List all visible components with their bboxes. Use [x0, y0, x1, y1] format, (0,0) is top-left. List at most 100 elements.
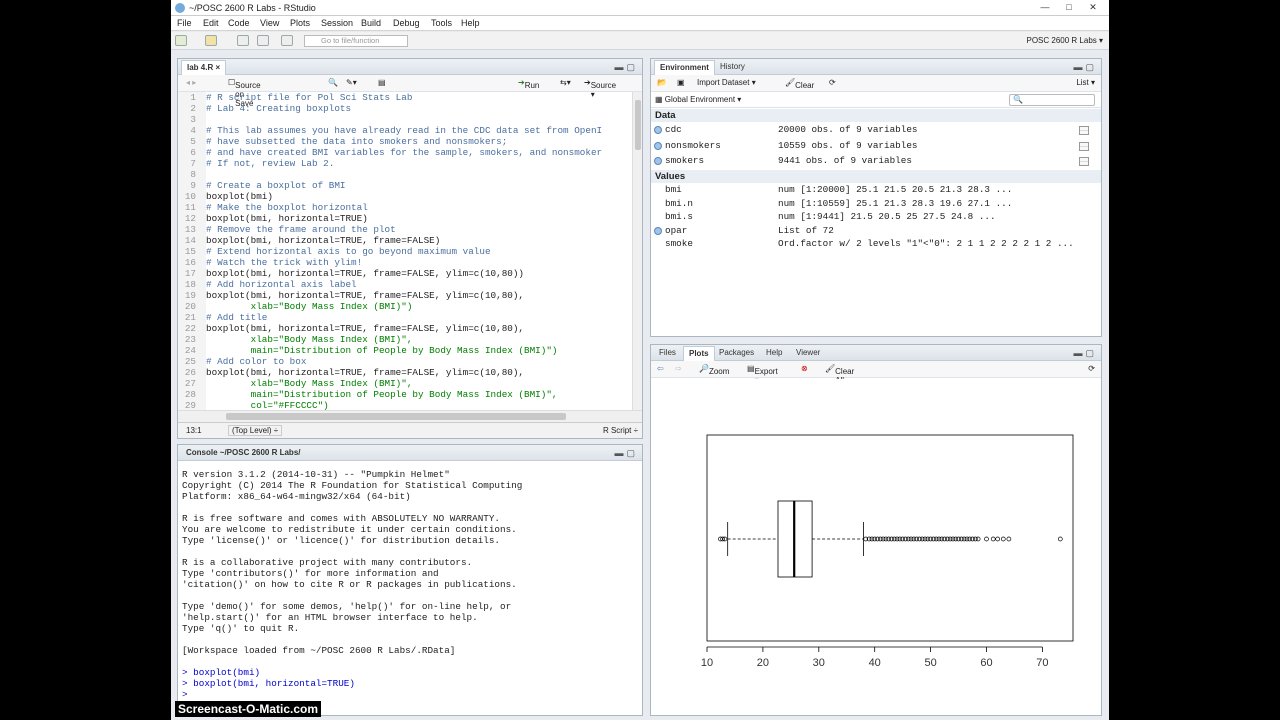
menu-edit[interactable]: Edit [203, 18, 219, 28]
remove-plot-icon[interactable]: ⊗ [801, 364, 808, 373]
view-data-icon[interactable] [1079, 141, 1089, 151]
code-line[interactable]: 24 main="Distribution of People by Body … [178, 345, 632, 356]
value-row[interactable]: bmi num [1:20000] 25.1 21.5 20.5 21.3 28.… [651, 183, 1101, 197]
tab-lab4[interactable]: lab 4.R × [181, 60, 227, 75]
run-button[interactable]: ➔ Run [518, 78, 539, 90]
next-plot-icon[interactable]: ⇨ [675, 364, 682, 373]
goto-file-input[interactable]: Go to file/function [304, 35, 408, 47]
zoom-button[interactable]: 🔎 Zoom [699, 364, 729, 376]
project-menu[interactable]: POSC 2600 R Labs ▾ [1027, 36, 1104, 45]
code-line[interactable]: 26 boxplot(bmi, horizontal=TRUE, frame=FA… [178, 367, 632, 378]
code-line[interactable]: 15 # Extend horizontal axis to go beyond … [178, 246, 632, 257]
back-forward-icon[interactable]: ◂ ▸ [186, 78, 196, 87]
code-line[interactable]: 25 # Add color to box [178, 356, 632, 367]
data-row[interactable]: nonsmokers 10559 obs. of 9 variables [651, 139, 1101, 153]
expand-icon[interactable] [654, 141, 662, 150]
tab-help[interactable]: Help [761, 346, 787, 361]
code-line[interactable]: 6 # and have created BMI variables for th… [178, 147, 632, 158]
save-all-icon[interactable] [257, 35, 269, 46]
view-data-icon[interactable] [1079, 126, 1089, 135]
load-workspace-icon[interactable]: 📂 [657, 78, 667, 87]
code-line[interactable]: 23 xlab="Body Mass Index (BMI)", [178, 334, 632, 345]
code-line[interactable]: 29 col="#FFCCCC") [178, 400, 632, 410]
expand-icon[interactable] [654, 157, 662, 165]
code-line[interactable]: 5 # have subsetted the data into smokers … [178, 136, 632, 147]
tab-environment[interactable]: Environment [654, 60, 715, 75]
open-file-icon[interactable] [205, 35, 217, 46]
clear-all-button[interactable]: 🖌 Clear All [825, 364, 854, 385]
menu-plots[interactable]: Plots [290, 18, 310, 28]
code-line[interactable]: 1 # R script file for Pol Sci Stats Lab [178, 92, 632, 103]
new-file-icon[interactable] [175, 35, 187, 46]
code-line[interactable]: 14 boxplot(bmi, horizontal=TRUE, frame=FA… [178, 235, 632, 246]
code-line[interactable]: 13 # Remove the frame around the plot [178, 224, 632, 235]
code-line[interactable]: 18 # Add horizontal axis label [178, 279, 632, 290]
tab-files[interactable]: Files [654, 346, 681, 361]
code-editor[interactable]: 1 # R script file for Pol Sci Stats Lab 2 #… [178, 92, 632, 410]
expand-icon[interactable] [654, 126, 662, 134]
source-on-save-checkbox[interactable]: ☐ Source on Save [228, 78, 261, 108]
close-button[interactable]: ✕ [1081, 1, 1105, 13]
code-line[interactable]: 4 # This lab assumes you have already rea… [178, 125, 632, 136]
import-dataset-button[interactable]: Import Dataset ▾ [697, 78, 756, 87]
source-button[interactable]: ➔ Source ▾ [584, 78, 616, 99]
value-row[interactable]: bmi.n num [1:10559] 25.1 21.3 28.3 19.6 2… [651, 197, 1101, 211]
menu-file[interactable]: File [177, 18, 192, 28]
editor-scroll-thumb[interactable] [635, 100, 641, 150]
menu-code[interactable]: Code [228, 18, 250, 28]
clear-button[interactable]: 🖌 Clear [785, 78, 814, 90]
code-line[interactable]: 19 boxplot(bmi, horizontal=TRUE, frame=FA… [178, 290, 632, 301]
tab-plots[interactable]: Plots [683, 346, 715, 361]
console-minmax-icon[interactable]: ▬▢ [614, 448, 638, 459]
view-mode-selector[interactable]: List ▾ [1076, 78, 1095, 87]
save-workspace-icon[interactable]: ▣ [677, 78, 685, 87]
menu-build[interactable]: Build [361, 18, 381, 28]
code-line[interactable]: 16 # Watch the trick with ylim! [178, 257, 632, 268]
value-row[interactable]: smoke Ord.factor w/ 2 levels "1"<"0": 2 1… [651, 237, 1101, 251]
menu-view[interactable]: View [260, 18, 279, 28]
code-line[interactable]: 8 [178, 169, 632, 180]
code-line[interactable]: 28 main="Distribution of People by Body … [178, 389, 632, 400]
plots-minmax-icon[interactable]: ▬▢ [1073, 348, 1097, 359]
refresh-plot-icon[interactable]: ⟳ [1088, 364, 1095, 373]
save-icon[interactable] [237, 35, 249, 46]
expand-icon[interactable] [654, 226, 662, 235]
code-line[interactable]: 7 # If not, review Lab 2. [178, 158, 632, 169]
menu-help[interactable]: Help [461, 18, 480, 28]
code-line[interactable]: 21 # Add title [178, 312, 632, 323]
code-tools-icon[interactable]: ✎▾ [346, 78, 357, 87]
tab-packages[interactable]: Packages [714, 346, 759, 361]
console-output[interactable]: R version 3.1.2 (2014-10-31) -- "Pumpkin… [182, 469, 638, 711]
export-button[interactable]: ▤ Export ▾ [747, 364, 778, 385]
scope-selector[interactable]: (Top Level) ÷ [228, 425, 283, 436]
code-line[interactable]: 10 boxplot(bmi) [178, 191, 632, 202]
environment-scope-selector[interactable]: ▦ Global Environment ▾ [655, 95, 741, 104]
minimize-button[interactable]: — [1033, 1, 1057, 13]
search-icon[interactable]: 🔍 [328, 78, 338, 87]
data-row[interactable]: cdc 20000 obs. of 9 variables [651, 123, 1101, 137]
editor-vertical-scrollbar[interactable] [632, 92, 642, 410]
refresh-icon[interactable]: ⟳ [829, 78, 836, 87]
code-line[interactable]: 20 xlab="Body Mass Index (BMI)") [178, 301, 632, 312]
view-data-icon[interactable] [1079, 157, 1089, 166]
menu-debug[interactable]: Debug [393, 18, 420, 28]
file-type-selector[interactable]: R Script ÷ [603, 426, 638, 435]
editor-horizontal-scrollbar[interactable] [178, 410, 642, 422]
code-line[interactable]: 17 boxplot(bmi, horizontal=TRUE, frame=FA… [178, 268, 632, 279]
code-line[interactable]: 3 [178, 114, 632, 125]
previous-plot-icon[interactable]: ⇦ [657, 364, 664, 373]
menu-tools[interactable]: Tools [431, 18, 452, 28]
code-line[interactable]: 9 # Create a boxplot of BMI [178, 180, 632, 191]
value-row[interactable]: bmi.s num [1:9441] 21.5 20.5 25 27.5 24.8… [651, 210, 1101, 224]
maximize-button[interactable]: □ [1057, 1, 1081, 13]
print-icon[interactable] [281, 35, 293, 46]
menu-session[interactable]: Session [321, 18, 353, 28]
tab-viewer[interactable]: Viewer [791, 346, 825, 361]
code-line[interactable]: 22 boxplot(bmi, horizontal=TRUE, frame=FA… [178, 323, 632, 334]
editor-hscroll-thumb[interactable] [226, 413, 566, 420]
rerun-icon[interactable]: ⇆▾ [560, 78, 571, 87]
code-line[interactable]: 2 # Lab 4: Creating boxplots [178, 103, 632, 114]
code-line[interactable]: 27 xlab="Body Mass Index (BMI)", [178, 378, 632, 389]
environment-minmax-icon[interactable]: ▬▢ [1073, 62, 1097, 73]
tab-history[interactable]: History [715, 60, 750, 75]
